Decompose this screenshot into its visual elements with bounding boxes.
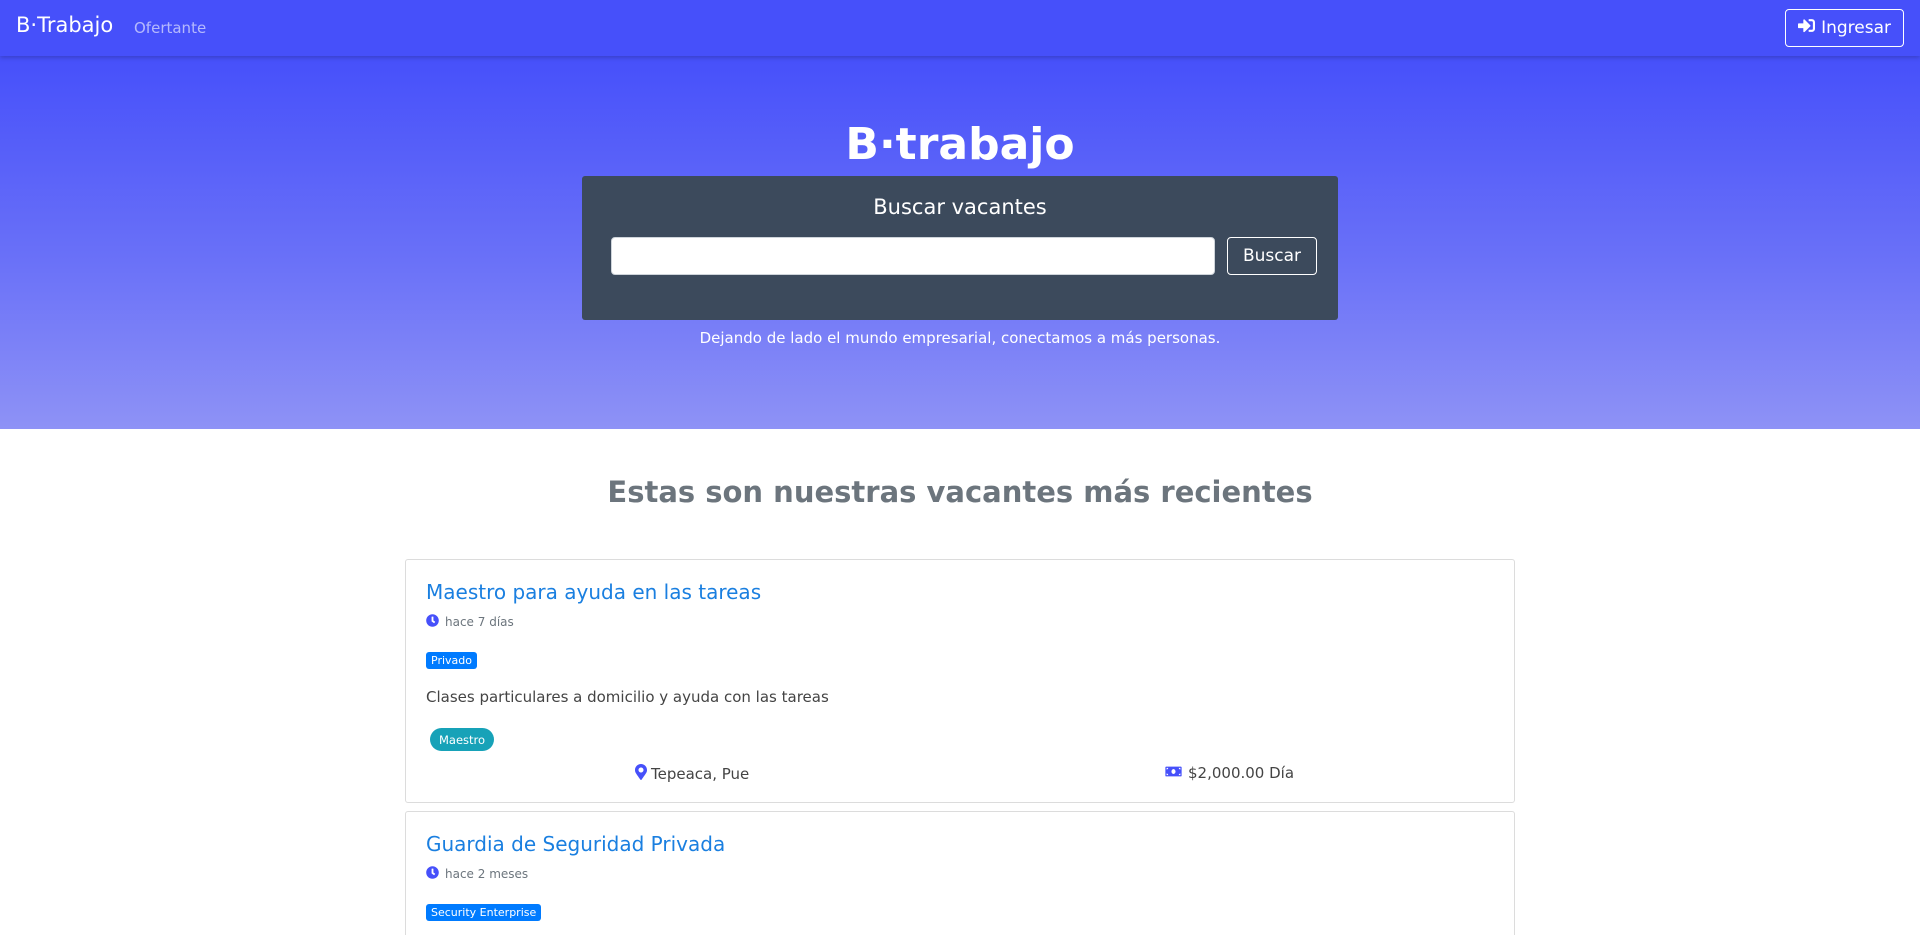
job-card: Maestro para ayuda en las tareas hace 7 … xyxy=(405,559,1515,803)
search-card: Buscar vacantes Buscar xyxy=(582,176,1338,320)
money-bill-icon xyxy=(1164,764,1183,782)
login-button[interactable]: Ingresar xyxy=(1785,9,1904,47)
navbar: B·Trabajo Ofertante Ingresar xyxy=(0,0,1920,56)
job-title-link[interactable]: Guardia de Seguridad Privada xyxy=(426,832,725,856)
job-time-text: hace 2 meses xyxy=(445,867,529,881)
brand-logo[interactable]: B·Trabajo xyxy=(16,13,113,37)
recent-jobs-title: Estas son nuestras vacantes más reciente… xyxy=(607,475,1313,509)
clock-icon xyxy=(426,866,439,882)
search-button[interactable]: Buscar xyxy=(1227,237,1317,275)
job-location-text: Tepeaca, Pue xyxy=(651,765,750,783)
search-heading: Buscar vacantes xyxy=(873,195,1047,219)
job-salary-text: $2,000.00 Día xyxy=(1188,764,1295,782)
category-tag[interactable]: Maestro xyxy=(430,728,495,751)
hero-section: B·trabajo Buscar vacantes Buscar Dejando… xyxy=(0,56,1920,429)
job-time-text: hace 7 días xyxy=(445,615,514,629)
job-location: Tepeaca, Pue xyxy=(635,764,749,784)
clock-icon xyxy=(426,614,439,630)
job-title-link[interactable]: Maestro para ayuda en las tareas xyxy=(426,580,761,604)
job-time: hace 7 días xyxy=(426,614,514,630)
company-badge: Privado xyxy=(426,652,477,669)
company-badge: Security Enterprise xyxy=(426,904,542,921)
hero-tagline: Dejando de lado el mundo empresarial, co… xyxy=(699,329,1221,347)
sign-in-icon xyxy=(1798,17,1816,39)
job-salary: $2,000.00 Día xyxy=(1164,764,1294,782)
hero-title: B·trabajo xyxy=(845,119,1075,170)
job-card: Guardia de Seguridad Privada hace 2 mese… xyxy=(405,811,1515,935)
job-description: Clases particulares a domicilio y ayuda … xyxy=(426,688,829,706)
nav-link-ofertante[interactable]: Ofertante xyxy=(134,19,206,37)
search-input[interactable] xyxy=(611,237,1215,275)
job-time: hace 2 meses xyxy=(426,866,528,882)
map-marker-icon xyxy=(635,764,647,784)
login-label: Ingresar xyxy=(1821,18,1891,38)
